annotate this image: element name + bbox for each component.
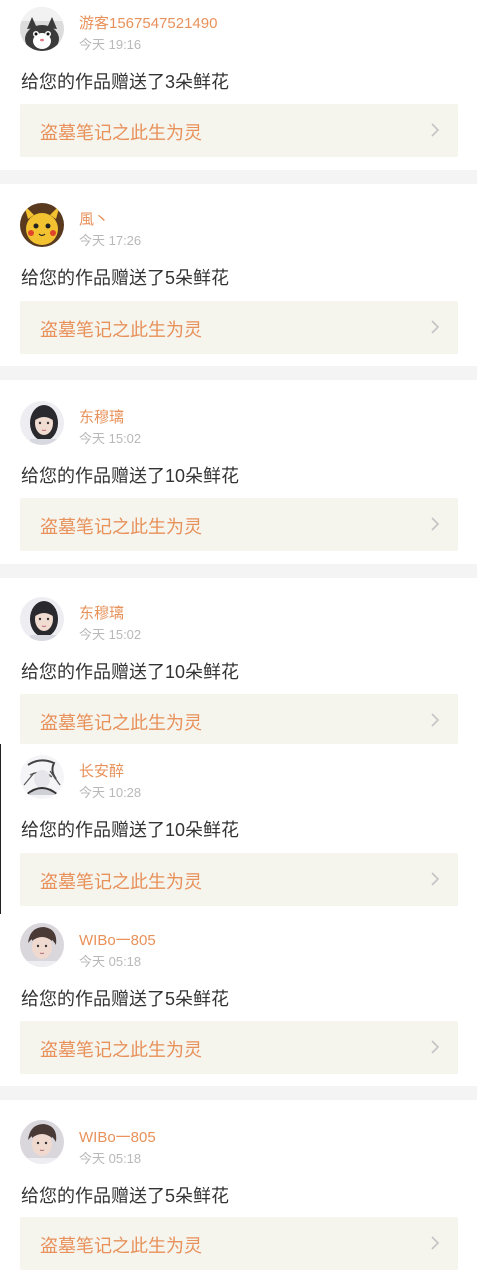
chevron-right-icon [430,1235,440,1251]
user-avatar[interactable] [20,203,64,247]
username[interactable]: 風丶 [79,208,109,229]
username[interactable]: 东穆璃 [79,602,124,623]
work-title: 盗墓笔记之此生为灵 [40,713,202,733]
cat-avatar-icon [20,7,64,51]
work-link[interactable]: 盗墓笔记之此生为灵 [20,853,458,906]
chevron-right-icon [430,516,440,532]
timestamp: 今天 15:02 [79,627,142,642]
gift-message: 给您的作品赠送了10朵鲜花 [21,820,240,840]
sketch-avatar-icon [20,755,64,799]
timestamp: 今天 05:18 [79,1151,142,1166]
boy-avatar-icon [20,923,64,967]
user-avatar[interactable] [20,755,64,799]
girl-avatar-icon [20,597,64,641]
chevron-right-icon [430,1039,440,1055]
username[interactable]: 长安醉 [79,760,124,781]
girl-avatar-icon [20,401,64,445]
username[interactable]: WIBo一805 [79,1126,156,1147]
work-title: 盗墓笔记之此生为灵 [40,123,202,143]
user-avatar[interactable] [20,7,64,51]
chevron-right-icon [430,122,440,138]
work-link[interactable]: 盗墓笔记之此生为灵 [20,301,458,354]
gift-record-card: 长安醉 今天 10:28 给您的作品赠送了10朵鲜花 盗墓笔记之此生为灵 [0,744,477,912]
gift-record-card: 东穆璃 今天 15:02 给您的作品赠送了10朵鲜花 盗墓笔记之此生为灵 [0,578,477,744]
user-avatar[interactable] [20,401,64,445]
user-avatar[interactable] [20,597,64,641]
work-link[interactable]: 盗墓笔记之此生为灵 [20,694,458,744]
boy-avatar-icon [20,1120,64,1164]
gift-record-card: 东穆璃 今天 15:02 给您的作品赠送了10朵鲜花 盗墓笔记之此生为灵 [0,380,477,564]
user-avatar[interactable] [20,923,64,967]
timestamp: 今天 17:26 [79,233,142,248]
gift-record-card: 風丶 今天 17:26 给您的作品赠送了5朵鲜花 盗墓笔记之此生为灵 [0,184,477,366]
work-title: 盗墓笔记之此生为灵 [40,872,202,892]
gift-record-card: WIBo一805 今天 05:18 给您的作品赠送了5朵鲜花 盗墓笔记之此生为灵 [0,1100,477,1280]
gift-record-card: 游客1567547521490 今天 19:16 给您的作品赠送了3朵鲜花 盗墓… [0,0,477,170]
user-avatar[interactable] [20,1120,64,1164]
gift-message: 给您的作品赠送了3朵鲜花 [21,72,230,92]
work-title: 盗墓笔记之此生为灵 [40,1236,202,1256]
timestamp: 今天 15:02 [79,431,142,446]
work-title: 盗墓笔记之此生为灵 [40,1040,202,1060]
chevron-right-icon [430,319,440,335]
username[interactable]: WIBo一805 [79,929,156,950]
username[interactable]: 游客1567547521490 [79,12,217,33]
work-link[interactable]: 盗墓笔记之此生为灵 [20,104,458,157]
gift-message: 给您的作品赠送了5朵鲜花 [21,1186,230,1206]
timestamp: 今天 05:18 [79,954,142,969]
pikachu-avatar-icon [20,203,64,247]
gift-message: 给您的作品赠送了10朵鲜花 [21,662,240,682]
gift-record-card: WIBo一805 今天 05:18 给您的作品赠送了5朵鲜花 盗墓笔记之此生为灵 [0,912,477,1086]
work-link[interactable]: 盗墓笔记之此生为灵 [20,1021,458,1074]
gift-message: 给您的作品赠送了5朵鲜花 [21,989,230,1009]
work-link[interactable]: 盗墓笔记之此生为灵 [20,1217,458,1270]
timestamp: 今天 10:28 [79,785,142,800]
screenshot-seam [0,744,1,914]
username[interactable]: 东穆璃 [79,406,124,427]
gift-message: 给您的作品赠送了10朵鲜花 [21,466,240,486]
work-title: 盗墓笔记之此生为灵 [40,320,202,340]
chevron-right-icon [430,712,440,728]
timestamp: 今天 19:16 [79,37,142,52]
work-link[interactable]: 盗墓笔记之此生为灵 [20,498,458,551]
work-title: 盗墓笔记之此生为灵 [40,517,202,537]
gift-message: 给您的作品赠送了5朵鲜花 [21,268,230,288]
chevron-right-icon [430,871,440,887]
